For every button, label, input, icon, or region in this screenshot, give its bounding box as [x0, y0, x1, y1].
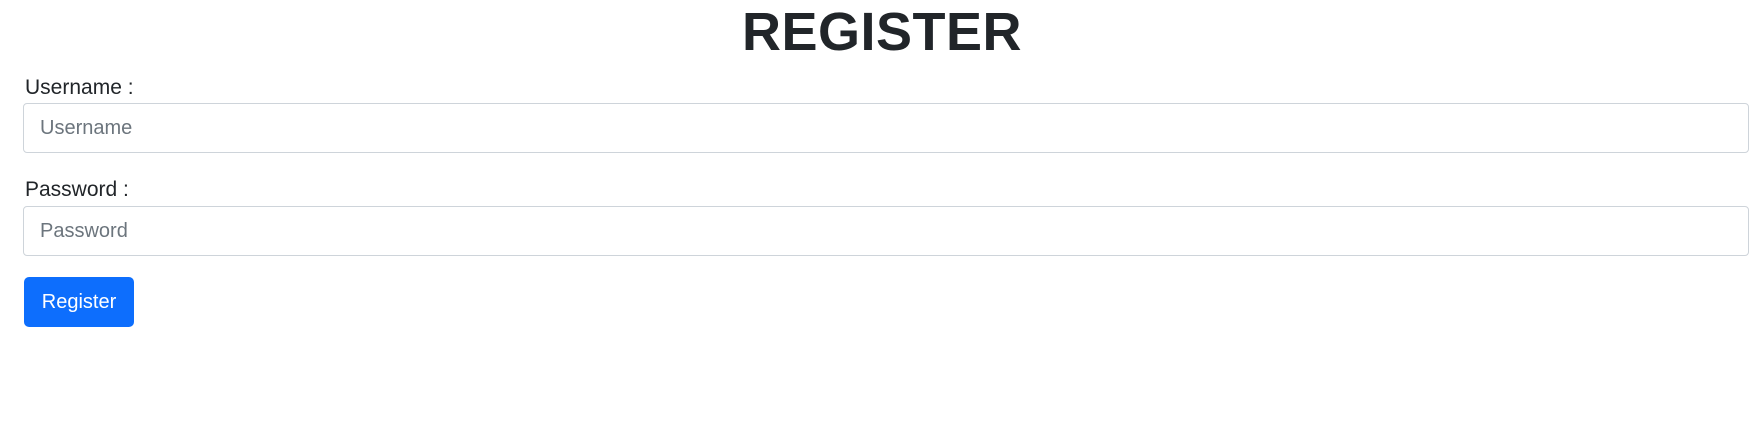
page-title: REGISTER	[741, 2, 1023, 62]
password-label: Password :	[25, 178, 129, 201]
username-label: Username :	[25, 76, 134, 99]
register-button[interactable]: Register	[24, 277, 134, 327]
password-input[interactable]	[23, 206, 1749, 256]
username-input[interactable]	[23, 103, 1749, 153]
register-page: REGISTER Username : Password : Register	[0, 0, 1764, 442]
